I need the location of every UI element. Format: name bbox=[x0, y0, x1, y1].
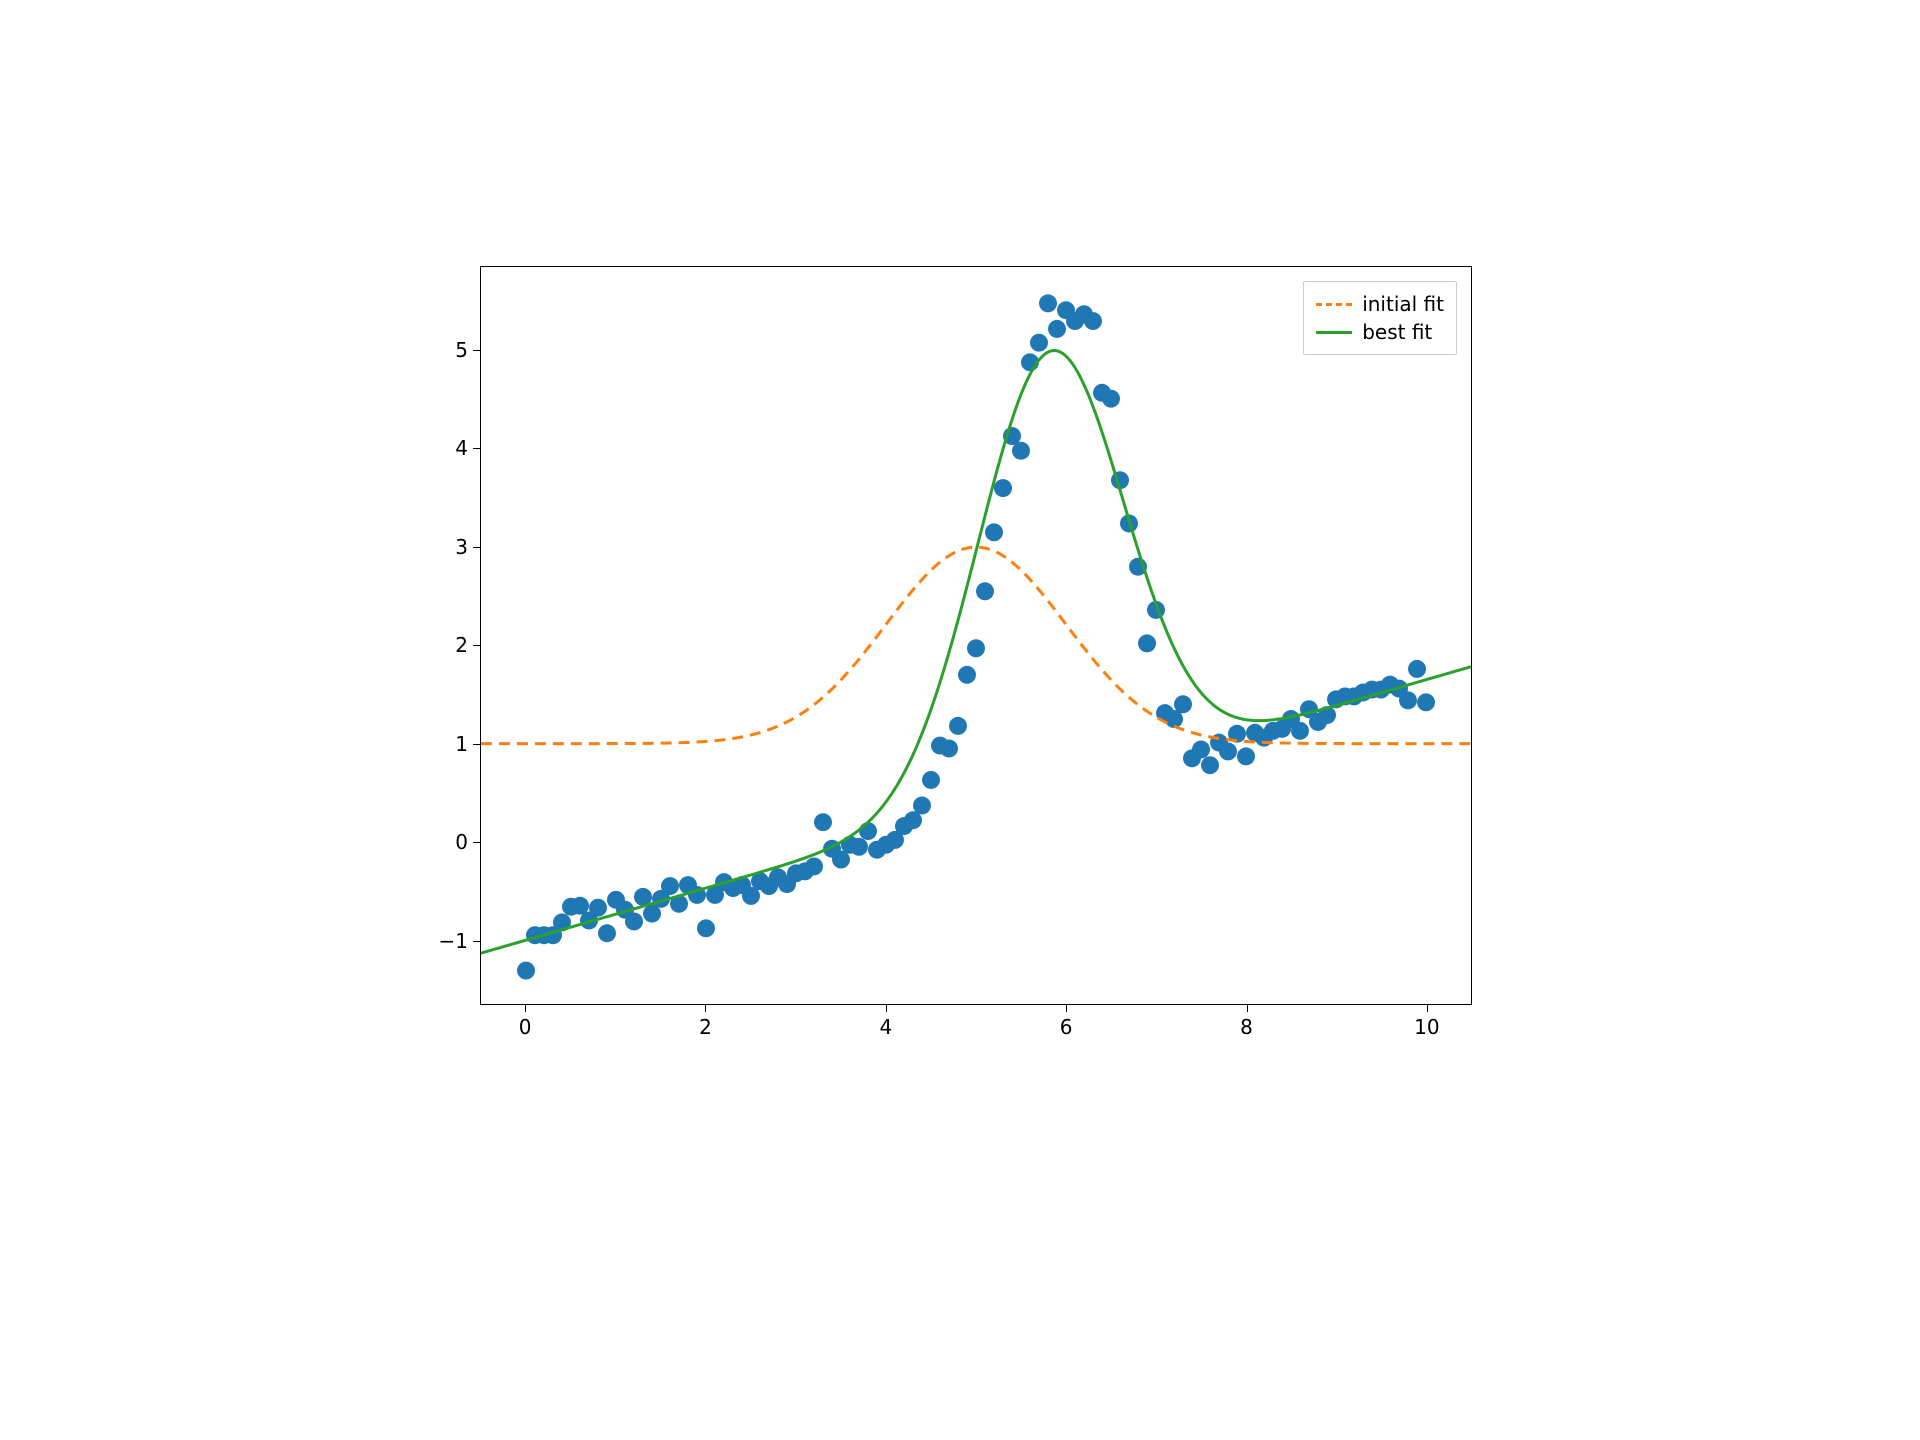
legend: initial fit best fit bbox=[1303, 281, 1457, 355]
legend-item-best-fit: best fit bbox=[1316, 318, 1444, 346]
y-tick-label: 1 bbox=[455, 732, 468, 756]
y-tick-mark bbox=[473, 645, 480, 646]
plot-axes: initial fit best fit bbox=[480, 266, 1472, 1005]
x-tick-label: 0 bbox=[519, 1015, 532, 1039]
x-tick-label: 10 bbox=[1414, 1015, 1439, 1039]
y-tick-label: 2 bbox=[455, 633, 468, 657]
y-tick-mark bbox=[473, 941, 480, 942]
x-tick-mark bbox=[705, 1005, 706, 1012]
y-tick-label: 3 bbox=[455, 535, 468, 559]
scatter-series bbox=[517, 294, 1435, 979]
legend-item-initial-fit: initial fit bbox=[1316, 290, 1444, 318]
legend-label-best: best fit bbox=[1362, 320, 1432, 344]
x-tick-mark bbox=[886, 1005, 887, 1012]
legend-label-initial: initial fit bbox=[1362, 292, 1444, 316]
x-tick-label: 6 bbox=[1060, 1015, 1073, 1039]
y-tick-label: −1 bbox=[439, 929, 468, 953]
y-tick-mark bbox=[473, 744, 480, 745]
plot-svg bbox=[481, 267, 1471, 1004]
x-tick-mark bbox=[1247, 1005, 1248, 1012]
y-tick-mark bbox=[473, 842, 480, 843]
y-tick-label: 0 bbox=[455, 830, 468, 854]
y-tick-mark bbox=[473, 547, 480, 548]
figure: initial fit best fit 0 2 4 6 8 10 −1 0 1 2 3 4 5 bbox=[320, 160, 1600, 1120]
x-tick-mark bbox=[1427, 1005, 1428, 1012]
x-tick-mark bbox=[525, 1005, 526, 1012]
x-tick-label: 2 bbox=[699, 1015, 712, 1039]
x-tick-label: 4 bbox=[879, 1015, 892, 1039]
y-tick-mark bbox=[473, 448, 480, 449]
legend-swatch-initial bbox=[1316, 303, 1352, 306]
x-tick-mark bbox=[1066, 1005, 1067, 1012]
x-tick-label: 8 bbox=[1240, 1015, 1253, 1039]
y-tick-mark bbox=[473, 350, 480, 351]
y-tick-label: 5 bbox=[455, 338, 468, 362]
y-tick-label: 4 bbox=[455, 436, 468, 460]
legend-swatch-best bbox=[1316, 331, 1352, 334]
